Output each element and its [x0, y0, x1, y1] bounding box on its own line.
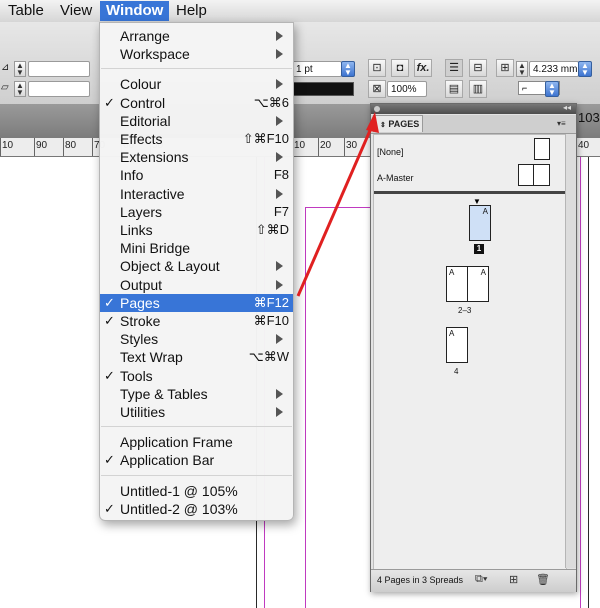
- annotation-arrow-icon: [296, 112, 379, 297]
